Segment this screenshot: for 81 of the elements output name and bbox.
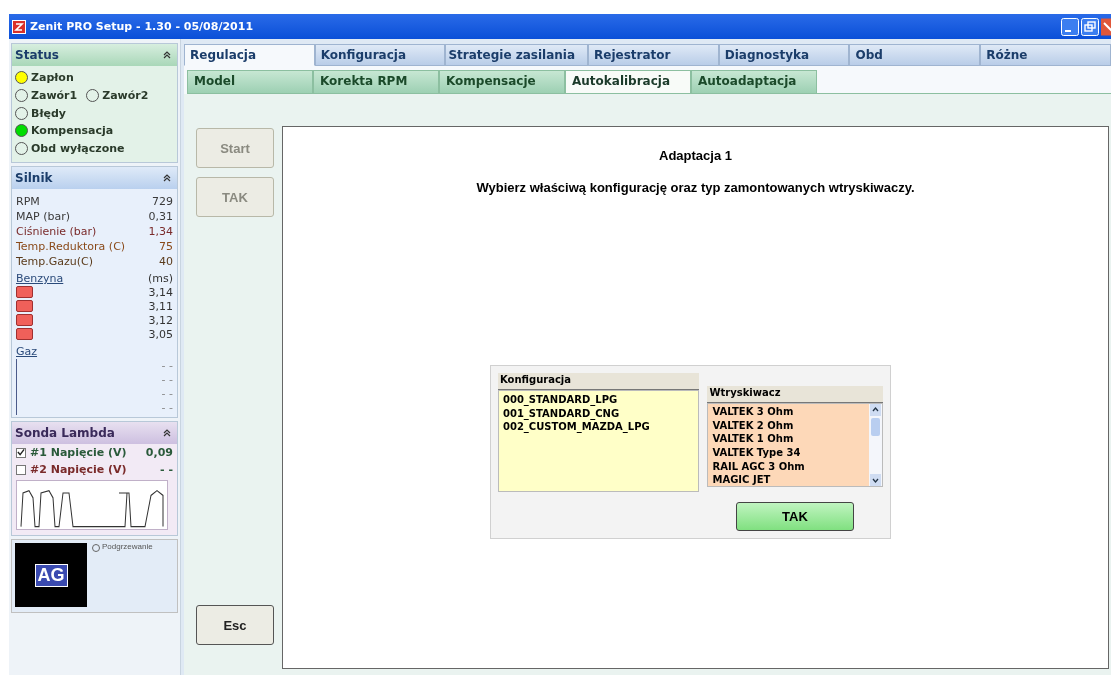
- panel-title: Silnik: [15, 171, 53, 185]
- list-header: Wtryskiwacz: [707, 386, 883, 403]
- section-link[interactable]: Gaz: [16, 344, 38, 359]
- checkbox[interactable]: [16, 464, 26, 475]
- window-title: Zenit PRO Setup - 1.30 - 05/08/2011: [30, 20, 254, 33]
- instruction-text: Wybierz właściwą konfigurację oraz typ zamontowanych wtryskiwaczy.: [476, 180, 915, 195]
- restore-icon[interactable]: [1081, 17, 1099, 36]
- injector-value: 3,14: [148, 286, 173, 300]
- reading-label: MAP (bar): [16, 209, 70, 224]
- reading-value: 40: [159, 254, 173, 269]
- injector-bar: [16, 300, 33, 312]
- injector-bar: [16, 286, 33, 298]
- injector-value: - -: [161, 373, 173, 387]
- list-header: Konfiguracja: [498, 373, 700, 390]
- heater-label: Podgrzewanie: [102, 542, 153, 551]
- injector-value: 3,11: [148, 300, 173, 314]
- status-label: Błędy: [31, 106, 66, 120]
- injector-value: - -: [161, 387, 173, 401]
- collapse-icon[interactable]: [163, 429, 171, 437]
- reading-label: RPM: [16, 194, 40, 209]
- tab[interactable]: Model: [187, 70, 313, 94]
- logo: AG: [15, 543, 87, 607]
- list-item[interactable]: 000_STANDARD_LPG: [503, 393, 695, 407]
- injector-bar: [16, 328, 33, 340]
- status-label: Kompensacja: [31, 124, 114, 138]
- injector-value: - -: [161, 401, 173, 415]
- reading-value: 75: [159, 239, 173, 254]
- injector-value: 3,12: [148, 314, 173, 328]
- checkbox[interactable]: [16, 447, 26, 458]
- collapse-icon[interactable]: [163, 51, 171, 59]
- injector-value: 3,05: [148, 328, 173, 342]
- confirm-button[interactable]: TAK: [736, 502, 854, 531]
- unit-label: (ms): [147, 271, 173, 286]
- panel-title: Status: [15, 48, 59, 62]
- reading-value: 729: [152, 194, 173, 209]
- list-item[interactable]: VALTEK Type 34: [712, 446, 865, 460]
- sensor-label: #1 Napięcie (V): [30, 446, 128, 459]
- reading-value: 0,31: [148, 209, 173, 224]
- list-item[interactable]: 002_CUSTOM_MAZDA_LPG: [503, 420, 695, 435]
- list-item[interactable]: 001_STANDARD_CNG: [503, 406, 695, 421]
- injector-value: - -: [161, 359, 173, 373]
- tab[interactable]: Obd: [849, 44, 981, 66]
- tab[interactable]: Korekta RPM: [313, 70, 439, 94]
- tab[interactable]: Rejestrator: [588, 44, 719, 66]
- escape-button[interactable]: Esc: [196, 605, 274, 645]
- scrollbar[interactable]: [869, 404, 882, 486]
- tab[interactable]: Kompensacje: [439, 70, 565, 94]
- minimize-icon[interactable]: [1061, 17, 1079, 36]
- tab[interactable]: Autoadaptacja: [691, 70, 817, 94]
- reading-value: 1,34: [148, 224, 173, 239]
- scroll-up-icon[interactable]: [870, 404, 881, 416]
- status-label: Zawór2: [102, 89, 149, 103]
- list-item[interactable]: RAIL AGC 3 Ohm: [712, 459, 865, 474]
- status-label: Zapłon: [31, 71, 74, 85]
- status-label: Obd wyłączone: [31, 142, 125, 156]
- list-item[interactable]: VALTEK 2 Ohm: [712, 418, 865, 433]
- scroll-thumb[interactable]: [871, 418, 880, 436]
- injector-bar: [16, 314, 33, 326]
- collapse-icon[interactable]: [163, 174, 171, 182]
- tab[interactable]: Autokalibracja: [565, 70, 691, 94]
- tab[interactable]: Konfiguracja: [314, 44, 446, 66]
- sensor-value: 0,09: [145, 446, 173, 459]
- panel-title: Sonda Lambda: [15, 426, 115, 440]
- sensor-label: #2 Napięcie (V): [30, 463, 128, 476]
- tab[interactable]: Diagnostyka: [718, 44, 850, 66]
- list-item[interactable]: VALTEK 1 Ohm: [712, 432, 865, 447]
- reading-label: Temp.Gazu(C): [16, 254, 94, 269]
- status-label: Zawór1: [31, 89, 78, 103]
- tab[interactable]: Regulacja: [184, 44, 315, 66]
- reading-label: Temp.Reduktora (C): [16, 239, 126, 254]
- close-icon[interactable]: [1101, 17, 1111, 36]
- app-icon: [12, 19, 26, 34]
- sensor-value: - -: [160, 463, 173, 476]
- scroll-down-icon[interactable]: [870, 474, 881, 486]
- tab[interactable]: Strategie zasilania: [445, 44, 588, 66]
- list-item[interactable]: MAGIC JET: [712, 473, 865, 488]
- list-item[interactable]: VALTEK 3 Ohm: [712, 405, 865, 419]
- reading-label: Ciśnienie (bar): [16, 224, 97, 239]
- tab[interactable]: Różne: [980, 44, 1111, 66]
- step-title: Adaptacja 1: [659, 148, 732, 163]
- section-link[interactable]: Benzyna: [16, 271, 64, 286]
